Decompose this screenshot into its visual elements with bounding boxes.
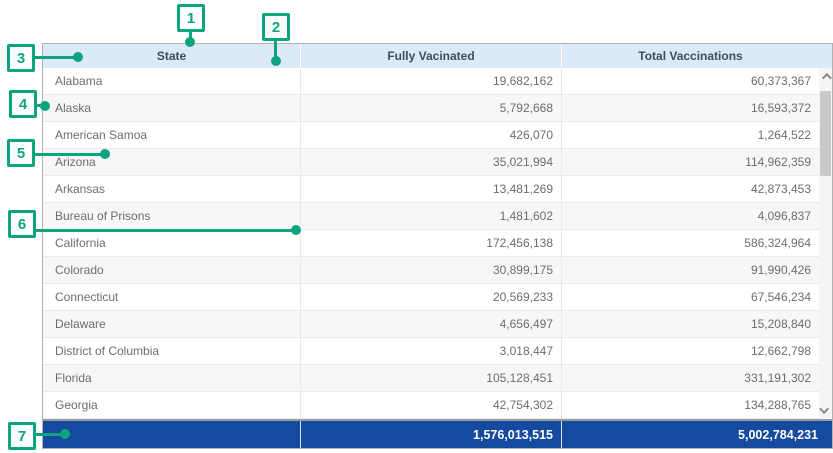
totals-total-vaccinations: 5,002,784,231	[561, 421, 832, 448]
data-table: State Fully Vacinated Total Vaccinations…	[42, 43, 833, 449]
table-row[interactable]: Florida 105,128,451 331,191,302	[43, 365, 832, 392]
totals-fully-vaccinated: 1,576,013,515	[300, 421, 561, 448]
fully-vaccinated-cell: 105,128,451	[300, 365, 561, 391]
totals-row: 1,576,013,515 5,002,784,231	[43, 421, 832, 448]
scroll-up-button[interactable]	[819, 69, 832, 84]
table-row[interactable]: Georgia 42,754,302 134,288,765	[43, 392, 832, 419]
total-vaccinations-cell: 91,990,426	[561, 257, 832, 283]
total-vaccinations-cell: 67,546,234	[561, 284, 832, 310]
total-vaccinations-cell: 1,264,522	[561, 122, 832, 148]
fully-vaccinated-cell: 4,656,497	[300, 311, 561, 337]
callout-2: 2	[262, 13, 290, 41]
callout-6-dot	[291, 225, 301, 235]
callout-6-line	[35, 229, 297, 232]
state-cell: Colorado	[43, 257, 300, 283]
fully-vaccinated-cell: 42,754,302	[300, 392, 561, 418]
scroll-down-button[interactable]	[819, 403, 832, 418]
callout-5-dot	[100, 149, 110, 159]
callout-4-dot	[40, 101, 50, 111]
state-cell: American Samoa	[43, 122, 300, 148]
state-cell: Delaware	[43, 311, 300, 337]
callout-1: 1	[177, 4, 205, 32]
total-vaccinations-cell: 586,324,964	[561, 230, 832, 256]
fully-vaccinated-cell: 35,021,994	[300, 149, 561, 175]
table-body: Alabama 19,682,162 60,373,367 Alaska 5,7…	[43, 68, 832, 419]
totals-state-cell	[43, 421, 300, 448]
table-header-row: State Fully Vacinated Total Vaccinations	[43, 44, 832, 68]
chevron-up-icon	[822, 73, 832, 83]
table-row[interactable]: Delaware 4,656,497 15,208,840	[43, 311, 832, 338]
state-cell: Georgia	[43, 392, 300, 418]
state-cell: Bureau of Prisons	[43, 203, 300, 229]
callout-7-dot	[60, 429, 70, 439]
table-row[interactable]: Arkansas 13,481,269 42,873,453	[43, 176, 832, 203]
state-cell: Arkansas	[43, 176, 300, 202]
table-row[interactable]: District of Columbia 3,018,447 12,662,79…	[43, 338, 832, 365]
total-vaccinations-cell: 114,962,359	[561, 149, 832, 175]
callout-3-dot	[73, 52, 83, 62]
table-row[interactable]: Alabama 19,682,162 60,373,367	[43, 68, 832, 95]
vertical-scrollbar[interactable]	[819, 68, 832, 419]
fully-vaccinated-cell: 30,899,175	[300, 257, 561, 283]
fully-vaccinated-cell: 426,070	[300, 122, 561, 148]
total-vaccinations-cell: 4,096,837	[561, 203, 832, 229]
fully-vaccinated-cell: 1,481,602	[300, 203, 561, 229]
state-cell: Connecticut	[43, 284, 300, 310]
callout-4: 4	[9, 90, 37, 118]
scrollbar-thumb[interactable]	[820, 91, 831, 176]
total-vaccinations-cell: 60,373,367	[561, 68, 832, 94]
state-cell: District of Columbia	[43, 338, 300, 364]
callout-6: 6	[8, 210, 36, 238]
fully-vaccinated-cell: 5,792,668	[300, 95, 561, 121]
callout-2-dot	[271, 56, 281, 66]
chevron-down-icon	[819, 404, 829, 414]
fully-vaccinated-cell: 172,456,138	[300, 230, 561, 256]
total-vaccinations-cell: 42,873,453	[561, 176, 832, 202]
fully-vaccinated-cell: 19,682,162	[300, 68, 561, 94]
state-cell: Alaska	[43, 95, 300, 121]
fully-vaccinated-cell: 20,569,233	[300, 284, 561, 310]
column-header-fully-vaccinated[interactable]: Fully Vacinated	[300, 44, 561, 68]
table-row[interactable]: Alaska 5,792,668 16,593,372	[43, 95, 832, 122]
total-vaccinations-cell: 16,593,372	[561, 95, 832, 121]
total-vaccinations-cell: 15,208,840	[561, 311, 832, 337]
total-vaccinations-cell: 134,288,765	[561, 392, 832, 418]
callout-3: 3	[7, 44, 35, 72]
table-row[interactable]: Colorado 30,899,175 91,990,426	[43, 257, 832, 284]
fully-vaccinated-cell: 3,018,447	[300, 338, 561, 364]
state-cell: California	[43, 230, 300, 256]
state-cell: Florida	[43, 365, 300, 391]
callout-5-line	[34, 153, 105, 156]
column-header-total-vaccinations[interactable]: Total Vaccinations	[561, 44, 832, 68]
fully-vaccinated-cell: 13,481,269	[300, 176, 561, 202]
callout-7: 7	[8, 422, 36, 450]
table-row[interactable]: Connecticut 20,569,233 67,546,234	[43, 284, 832, 311]
state-cell: Alabama	[43, 68, 300, 94]
annotated-table-screenshot: State Fully Vacinated Total Vaccinations…	[0, 0, 833, 453]
callout-5: 5	[7, 139, 35, 167]
total-vaccinations-cell: 12,662,798	[561, 338, 832, 364]
total-vaccinations-cell: 331,191,302	[561, 365, 832, 391]
table-row[interactable]: American Samoa 426,070 1,264,522	[43, 122, 832, 149]
table-row[interactable]: Arizona 35,021,994 114,962,359	[43, 149, 832, 176]
table-row[interactable]: California 172,456,138 586,324,964	[43, 230, 832, 257]
table-row[interactable]: Bureau of Prisons 1,481,602 4,096,837	[43, 203, 832, 230]
callout-1-dot	[185, 37, 195, 47]
